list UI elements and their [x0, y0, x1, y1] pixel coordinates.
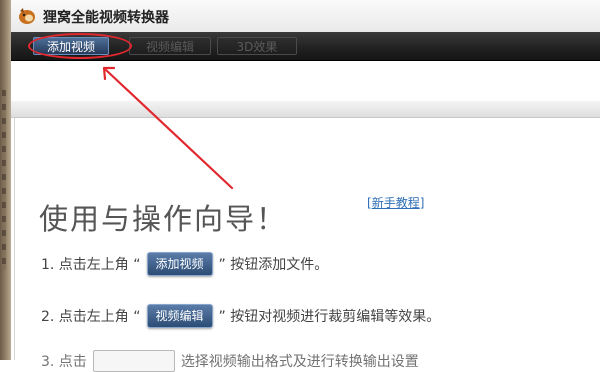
step2-video-edit-button[interactable]: 视频编辑 — [146, 304, 213, 328]
step1-prefix: 1. 点击左上角 “ — [41, 257, 141, 273]
title-bar: 狸窝全能视频转换器 — [11, 0, 600, 33]
guide-step-1: 1. 点击左上角 “ 添加视频 ” 按钮添加文件。 — [41, 252, 328, 276]
step2-suffix: ” 按钮对视频进行裁剪编辑等效果。 — [218, 309, 441, 325]
step1-suffix: ” 按钮添加文件。 — [218, 257, 329, 273]
annotation-highlight-ellipse — [28, 33, 132, 59]
tutorial-link[interactable]: [新手教程] — [367, 194, 424, 211]
step3-suffix: 选择视频输出格式及进行转换输出设置 — [180, 354, 419, 370]
fox-logo-icon — [19, 8, 35, 24]
tutorial-link-label: 新手教程 — [371, 196, 420, 210]
guide-step-2: 2. 点击左上角 “ 视频编辑 ” 按钮对视频进行裁剪编辑等效果。 — [41, 304, 440, 328]
file-list-area — [11, 61, 600, 101]
guide-heading: 使用与操作向导！ — [39, 202, 288, 236]
3d-effect-button[interactable]: 3D效果 — [217, 37, 297, 55]
guide-step-3: 3. 点击 选择视频输出格式及进行转换输出设置 — [41, 350, 419, 372]
step3-prefix: 3. 点击 — [41, 354, 87, 370]
step2-prefix: 2. 点击左上角 “ — [41, 309, 141, 325]
app-window: 狸窝全能视频转换器 添加视频 视频编辑 3D效果 使用与操作向导！ [新手教程]… — [11, 0, 600, 372]
desktop-background-strip — [0, 0, 11, 360]
guide-panel: 使用与操作向导！ [新手教程] 1. 点击左上角 “ 添加视频 ” 按钮添加文件… — [14, 118, 600, 372]
window-title: 狸窝全能视频转换器 — [43, 10, 169, 26]
list-header-band — [11, 101, 600, 118]
video-edit-button[interactable]: 视频编辑 — [129, 37, 211, 55]
step1-add-video-button[interactable]: 添加视频 — [146, 252, 213, 276]
format-selector[interactable] — [92, 350, 175, 372]
